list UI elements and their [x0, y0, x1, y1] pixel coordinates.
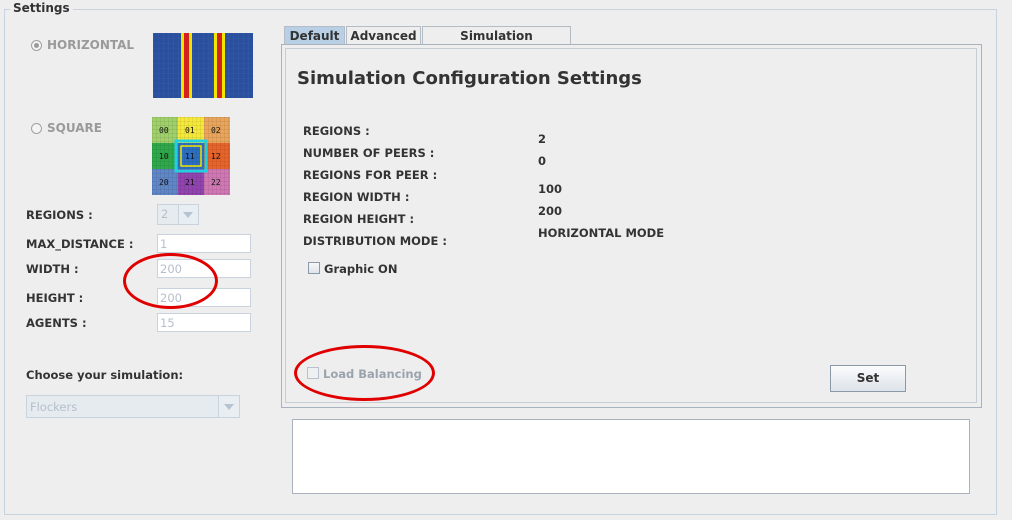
- square-cell-label: 11: [185, 152, 195, 161]
- square-cell-label: 22: [211, 178, 221, 187]
- horizontal-radio[interactable]: [31, 40, 42, 51]
- square-cell-label: 00: [159, 126, 169, 135]
- horizontal-label: HORIZONTAL: [47, 38, 135, 52]
- agents-label: AGENTS :: [26, 316, 87, 330]
- regions-dropdown-arrow[interactable]: [178, 205, 198, 224]
- config-value-distribution-mode: HORIZONTAL MODE: [538, 226, 665, 240]
- simulation-select[interactable]: Flockers: [26, 395, 240, 418]
- config-label-regions-for-peer: REGIONS FOR PEER :: [303, 168, 438, 182]
- config-label-number-of-peers: NUMBER OF PEERS :: [303, 146, 435, 160]
- max-distance-input[interactable]: 1: [157, 234, 251, 253]
- square-radio[interactable]: [31, 123, 42, 134]
- config-label-region-width: REGION WIDTH :: [303, 190, 410, 204]
- regions-value: 2: [161, 207, 169, 221]
- annotation-circle-load-balancing: [294, 345, 435, 401]
- square-cell-label: 12: [211, 152, 221, 161]
- tab-default[interactable]: Default: [284, 26, 345, 45]
- graphic-on-label: Graphic ON: [324, 262, 398, 276]
- graphic-on-checkbox[interactable]: [308, 262, 320, 274]
- config-label-distribution-mode: DISTRIBUTION MODE :: [303, 234, 447, 248]
- config-label-region-height: REGION HEIGHT :: [303, 212, 415, 226]
- settings-title: Settings: [10, 1, 73, 15]
- square-cell-label: 02: [211, 126, 221, 135]
- output-text-area[interactable]: [292, 419, 970, 494]
- agents-input[interactable]: 15: [157, 313, 251, 332]
- square-label: SQUARE: [47, 121, 102, 135]
- width-label: WIDTH :: [26, 262, 79, 276]
- config-label-regions: REGIONS :: [303, 124, 370, 138]
- config-value-region-width: 100: [538, 182, 563, 196]
- max-distance-label: MAX_DISTANCE :: [26, 237, 134, 251]
- config-value-number-of-peers: 0: [538, 154, 547, 168]
- config-heading: Simulation Configuration Settings: [297, 68, 642, 89]
- square-cell-label: 10: [159, 152, 169, 161]
- horizontal-layout-preview: [153, 33, 253, 98]
- chevron-down-icon: [224, 404, 234, 410]
- square-cell-label: 21: [185, 178, 195, 187]
- square-layout-preview: 00 01 02 10 11 12 20 21 22: [152, 117, 230, 195]
- square-cell-label: 01: [185, 126, 195, 135]
- config-value-region-height: 200: [538, 204, 563, 218]
- tab-simulation-parameters[interactable]: Simulation parameters: [422, 26, 571, 61]
- simulation-value: Flockers: [30, 400, 78, 414]
- height-label: HEIGHT :: [26, 291, 84, 305]
- square-cell-label: 20: [159, 178, 169, 187]
- chevron-down-icon: [183, 212, 193, 218]
- regions-label: REGIONS :: [26, 208, 93, 222]
- choose-simulation-label: Choose your simulation:: [26, 368, 184, 382]
- regions-select[interactable]: 2: [157, 204, 199, 225]
- tab-advanced[interactable]: Advanced: [346, 26, 421, 45]
- set-button[interactable]: Set: [830, 365, 906, 392]
- annotation-circle-width-height: [123, 253, 218, 309]
- config-value-regions: 2: [538, 132, 547, 146]
- simulation-dropdown-arrow[interactable]: [218, 396, 239, 417]
